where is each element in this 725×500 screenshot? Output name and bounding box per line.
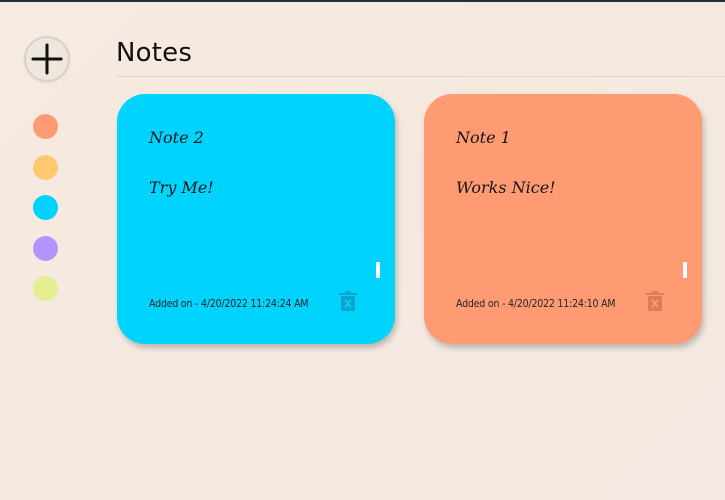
color-swatch-yellow[interactable]	[33, 155, 58, 180]
title-divider	[116, 76, 725, 77]
text-cursor	[376, 262, 380, 278]
note-date: Added on - 4/20/2022 11:24:24 AM	[149, 298, 309, 310]
color-swatch-orange[interactable]	[33, 114, 58, 139]
color-swatch-purple[interactable]	[33, 236, 58, 261]
note-title[interactable]: Note 2	[149, 128, 204, 147]
note-date: Added on - 4/20/2022 11:24:10 AM	[456, 298, 616, 310]
note-card[interactable]: Note 1 Works Nice! Added on - 4/20/2022 …	[424, 94, 702, 344]
sidebar	[0, 2, 92, 500]
text-cursor	[683, 262, 687, 278]
color-swatch-cyan[interactable]	[33, 195, 58, 220]
color-swatch-lime[interactable]	[33, 276, 58, 301]
page-title: Notes	[116, 38, 193, 68]
note-title[interactable]: Note 1	[456, 128, 511, 147]
note-body[interactable]: Works Nice!	[456, 178, 556, 197]
add-note-button[interactable]	[24, 36, 70, 82]
top-border	[0, 0, 725, 2]
trash-icon	[339, 291, 357, 311]
delete-note-button[interactable]	[338, 290, 358, 312]
note-card[interactable]: Note 2 Try Me! Added on - 4/20/2022 11:2…	[117, 94, 395, 344]
delete-note-button[interactable]	[645, 290, 665, 312]
trash-icon	[646, 291, 664, 311]
note-body[interactable]: Try Me!	[149, 178, 214, 197]
plus-icon	[31, 43, 63, 75]
